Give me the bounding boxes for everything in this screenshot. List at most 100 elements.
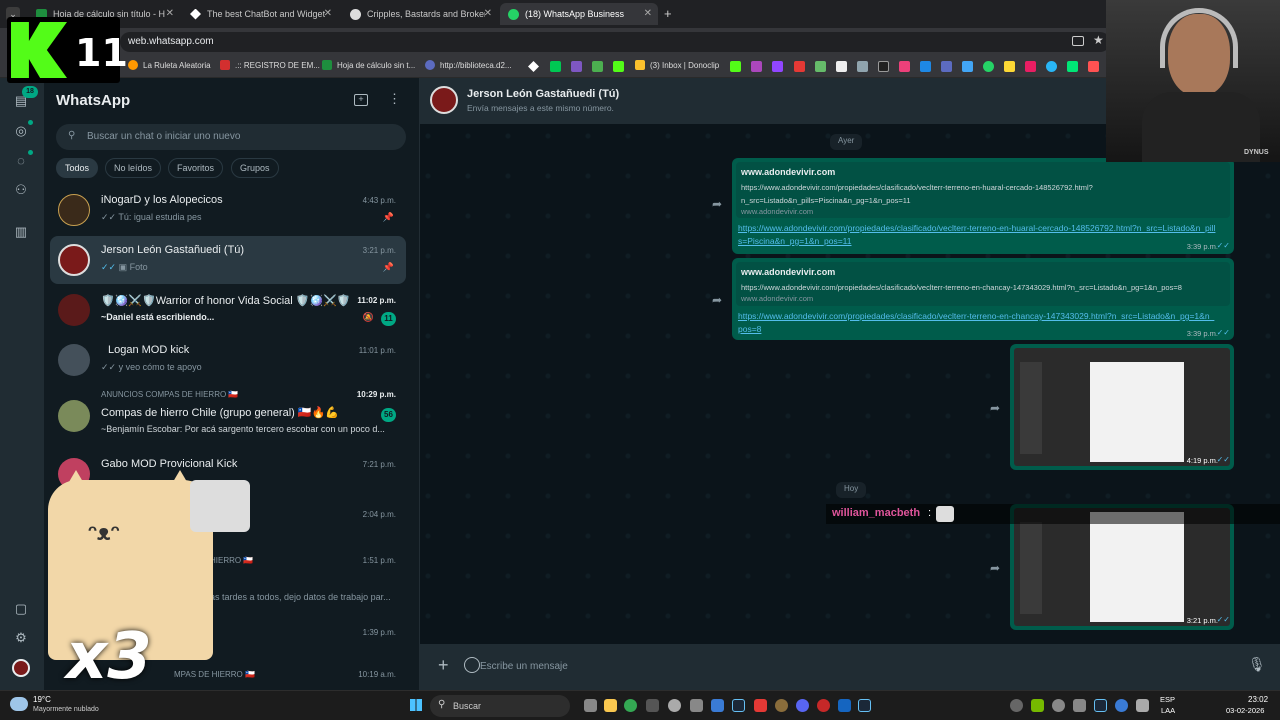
message-bubble[interactable]: www.adondevivir.com https://www.adondevi… <box>732 258 1234 340</box>
app-icon[interactable] <box>836 61 847 72</box>
catalog-icon[interactable]: ▥ <box>12 223 30 241</box>
filter-groups[interactable]: Grupos <box>231 158 279 178</box>
message-bubble[interactable]: www.adondevivir.com https://www.adondevi… <box>732 158 1234 254</box>
communities-icon[interactable]: ⚇ <box>12 181 30 199</box>
app-icon[interactable] <box>751 61 762 72</box>
app-icon[interactable] <box>941 61 952 72</box>
link-preview[interactable]: www.adondevivir.com https://www.adondevi… <box>736 162 1230 218</box>
filter-all[interactable]: Todos <box>56 158 99 178</box>
taskbar-app-icon[interactable] <box>690 699 703 712</box>
app-icon[interactable] <box>550 61 561 72</box>
taskbar-app-icon[interactable] <box>775 699 788 712</box>
microphone-icon[interactable]: 🎙 <box>1248 656 1266 673</box>
bookmark-sheet[interactable]: Hoja de cálculo sin t... <box>322 60 415 70</box>
messenger-icon[interactable] <box>920 61 931 72</box>
whatsapp-icon[interactable] <box>983 61 994 72</box>
tab-chatbot[interactable]: The best ChatBot and Widgets ✕ <box>182 3 338 25</box>
app-icon[interactable] <box>1004 61 1015 72</box>
discord-icon[interactable] <box>796 699 809 712</box>
forward-icon[interactable]: ➦ <box>712 293 722 307</box>
taskbar-app-icon[interactable] <box>668 699 681 712</box>
taskbar-app-icon[interactable] <box>754 699 767 712</box>
tab-whatsapp[interactable]: (18) WhatsApp Business ✕ <box>500 3 658 25</box>
tray-icon[interactable] <box>1073 699 1086 712</box>
bookmark-donoclip[interactable]: (3) Inbox | Donoclip <box>635 60 719 70</box>
chat-item[interactable]: Logan MOD kick ✓✓ y veo cómo te apoyo 11… <box>50 336 406 384</box>
clock-time[interactable]: 23:02 <box>1248 695 1268 704</box>
app-icon[interactable] <box>1067 61 1078 72</box>
app-icon[interactable] <box>794 61 805 72</box>
clock-date[interactable]: 03-02-2026 <box>1226 706 1264 715</box>
app-icon[interactable] <box>571 61 582 72</box>
new-chat-icon[interactable]: + <box>354 94 368 106</box>
twitch-icon[interactable] <box>772 61 783 72</box>
forward-icon[interactable]: ➦ <box>712 197 722 211</box>
link-preview[interactable]: www.adondevivir.com https://www.adondevi… <box>736 262 1230 306</box>
taskbar-app-icon[interactable] <box>646 699 659 712</box>
message-input[interactable]: Escribe un mensaje <box>480 654 1240 680</box>
tray-icon[interactable] <box>1010 699 1023 712</box>
cast-icon[interactable] <box>1072 36 1084 46</box>
app-icon[interactable] <box>962 61 973 72</box>
taskbar-app-icon[interactable] <box>711 699 724 712</box>
windows-start-icon[interactable] <box>410 699 422 711</box>
app-icon[interactable] <box>815 61 826 72</box>
app-icon[interactable] <box>1025 61 1036 72</box>
steam-icon[interactable] <box>732 699 745 712</box>
close-tab-icon[interactable]: ✕ <box>324 8 332 19</box>
new-tab-icon[interactable]: + <box>664 6 672 21</box>
channels-icon[interactable]: ◌ <box>12 152 30 170</box>
taskbar-search[interactable]: ⚲ Buscar <box>430 695 570 717</box>
chat-item[interactable]: ANUNCIOS COMPAS DE HIERRO 🇨🇱 Compas de h… <box>50 386 406 450</box>
menu-icon[interactable]: ⋮ <box>388 91 401 107</box>
chrome-icon[interactable] <box>624 699 637 712</box>
app-icon[interactable] <box>857 61 868 72</box>
attach-icon[interactable]: + <box>438 655 449 676</box>
tray-icon[interactable] <box>1115 699 1128 712</box>
bookmark-star-icon[interactable]: ★ <box>1093 33 1104 47</box>
sticker-icon[interactable] <box>464 657 480 673</box>
steam-tray-icon[interactable] <box>1094 699 1107 712</box>
search-input[interactable]: ⚲ Buscar un chat o iniciar uno nuevo <box>56 124 406 150</box>
app-icon[interactable] <box>730 61 741 72</box>
contact-avatar[interactable] <box>430 86 458 114</box>
app-icon[interactable] <box>878 61 889 72</box>
settings-icon[interactable]: ⚙ <box>12 629 30 647</box>
keyboard-layout[interactable]: LAA <box>1161 706 1175 715</box>
taskbar-app-icon[interactable] <box>817 699 830 712</box>
app-icon[interactable] <box>899 61 910 72</box>
profile-avatar[interactable] <box>12 659 30 677</box>
chat-item[interactable]: iNogarD y los Alopecicos ✓✓ Tú: igual es… <box>50 186 406 234</box>
screenshot-thumbnail[interactable] <box>1014 508 1230 626</box>
chat-item[interactable]: 🛡️🪩⚔️🛡️Warrior of honor Vida Social 🛡️🪩⚔… <box>50 286 406 334</box>
filter-favorites[interactable]: Favoritos <box>168 158 224 178</box>
task-view-icon[interactable] <box>584 699 597 712</box>
status-icon[interactable]: ◎ <box>12 122 30 140</box>
app-icon[interactable] <box>592 61 603 72</box>
message-link[interactable]: https://www.adondevivir.com/propiedades/… <box>738 222 1218 248</box>
file-explorer-icon[interactable] <box>604 699 617 712</box>
close-tab-icon[interactable]: ✕ <box>166 8 174 19</box>
bookmark-biblioteca[interactable]: http://biblioteca.d2... <box>425 60 512 70</box>
message-link[interactable]: https://www.adondevivir.com/propiedades/… <box>738 310 1218 336</box>
filter-unread[interactable]: No leídos <box>105 158 162 178</box>
steam-icon[interactable] <box>858 699 871 712</box>
diamond-icon[interactable] <box>528 61 539 72</box>
forward-icon[interactable]: ➦ <box>990 561 1000 575</box>
media-icon[interactable]: ▢ <box>12 600 30 618</box>
nvidia-icon[interactable] <box>1031 699 1044 712</box>
bookmark-registro[interactable]: .:: REGISTRO DE EM... <box>220 60 320 70</box>
screenshot-thumbnail[interactable] <box>1014 348 1230 466</box>
chat-item-selected[interactable]: Jerson León Gastañuedi (Tú) ✓✓ ▣ Foto 3:… <box>50 236 406 284</box>
url-field[interactable]: web.whatsapp.com <box>120 32 1110 52</box>
app-icon[interactable] <box>1088 61 1099 72</box>
tray-icon[interactable] <box>1052 699 1065 712</box>
microphone-tray-icon[interactable] <box>1136 699 1149 712</box>
tab-cripples[interactable]: Cripples, Bastards and Broken T ✕ <box>342 3 498 25</box>
forward-icon[interactable]: ➦ <box>990 401 1000 415</box>
taskbar-app-icon[interactable] <box>838 699 851 712</box>
bookmark-ruleta[interactable]: La Ruleta Aleatoria <box>128 60 211 70</box>
image-message[interactable]: 4:19 p.m. ✓✓ <box>1010 344 1234 470</box>
close-tab-icon[interactable]: ✕ <box>644 8 652 19</box>
kick-icon[interactable] <box>613 61 624 72</box>
